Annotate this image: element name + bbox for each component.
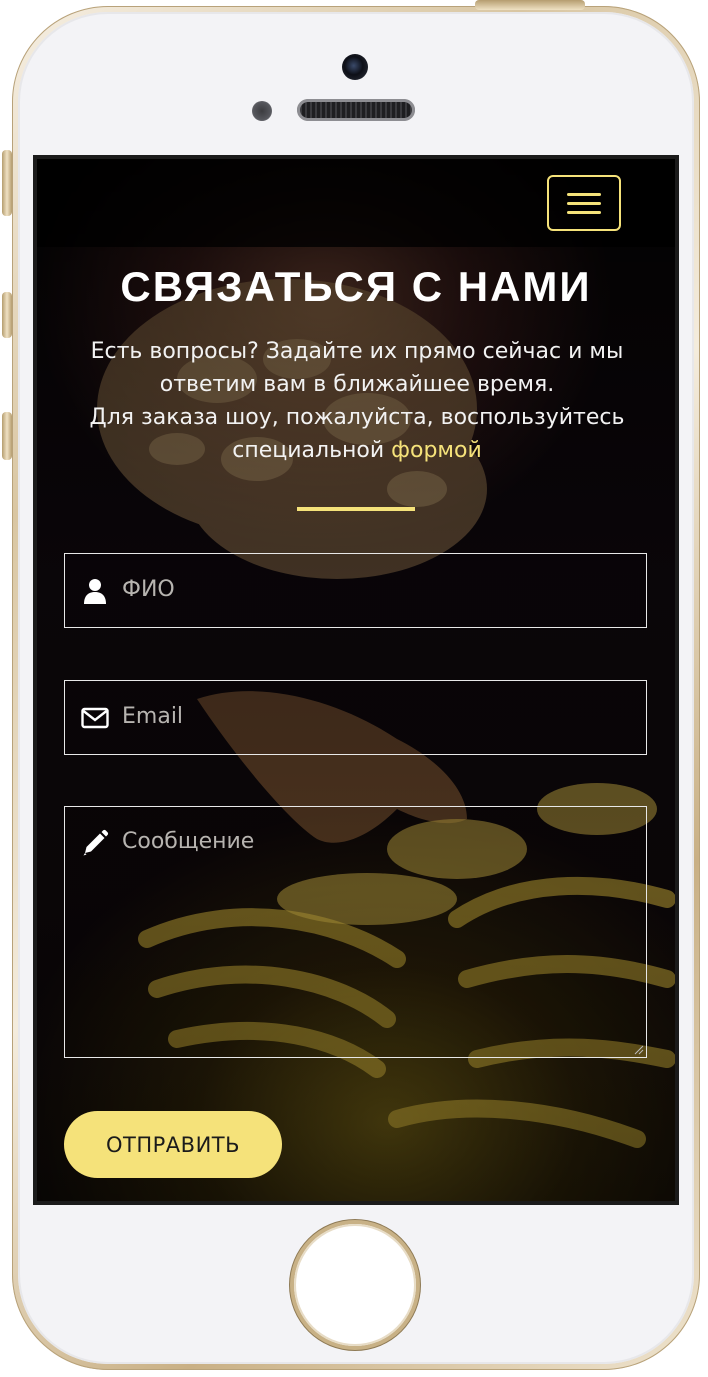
name-field[interactable]: ФИО	[64, 553, 647, 628]
proximity-sensor	[252, 101, 272, 121]
volume-up-button	[2, 292, 12, 338]
section-description: Есть вопросы? Задайте их прямо сейчас и …	[67, 335, 647, 467]
menu-bar	[567, 193, 601, 196]
hamburger-menu-icon[interactable]	[547, 175, 621, 231]
pencil-icon	[83, 829, 109, 856]
message-placeholder: Сообщение	[122, 829, 255, 854]
order-form-link[interactable]: формой	[391, 438, 482, 463]
volume-down-button	[2, 412, 12, 460]
menu-bar	[567, 211, 601, 214]
phone-screen: СВЯЗАТЬСЯ С НАМИ Есть вопросы? Задайте и…	[33, 155, 679, 1205]
lead-text-prefix: Для заказа шоу, пожалуйста, воспользуйте…	[89, 405, 625, 463]
mute-switch	[2, 150, 12, 216]
home-button	[294, 1224, 416, 1346]
email-field[interactable]: Email	[64, 680, 647, 755]
name-placeholder: ФИО	[122, 577, 175, 602]
section-title: СВЯЗАТЬСЯ С НАМИ	[120, 263, 592, 310]
resize-handle-icon[interactable]	[634, 1045, 644, 1055]
earpiece-speaker	[297, 99, 415, 121]
front-camera	[342, 54, 368, 80]
menu-bar	[567, 202, 601, 205]
power-button	[475, 0, 585, 10]
message-field[interactable]: Сообщение	[64, 806, 647, 1058]
email-placeholder: Email	[122, 704, 184, 729]
lead-text-order: Для заказа шоу, пожалуйста, воспользуйте…	[67, 401, 647, 467]
title-divider	[297, 507, 415, 511]
envelope-icon	[81, 707, 109, 729]
lead-text: Есть вопросы? Задайте их прямо сейчас и …	[90, 339, 624, 397]
user-icon	[84, 579, 106, 604]
submit-button[interactable]: ОТПРАВИТЬ	[64, 1111, 282, 1178]
